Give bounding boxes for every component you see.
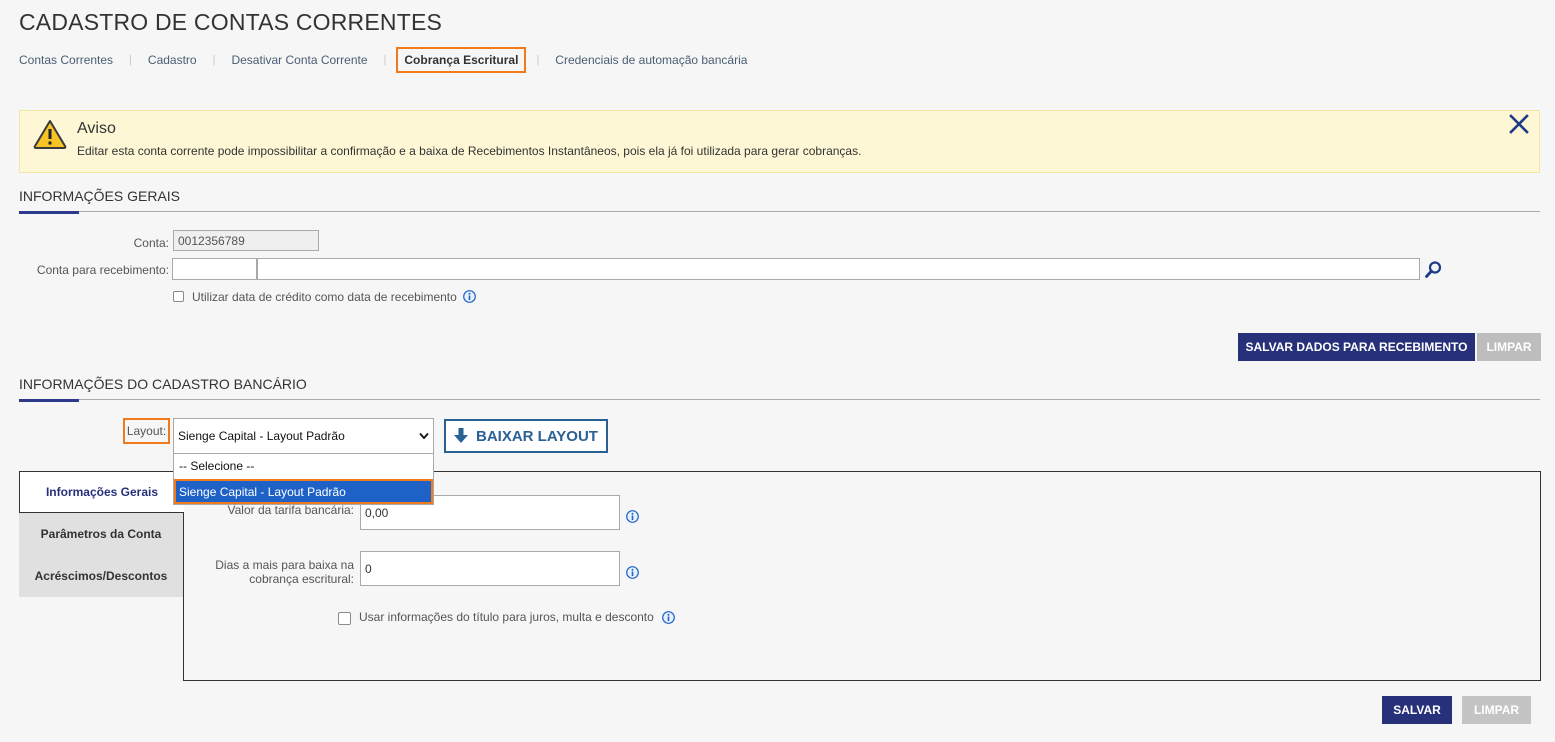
search-icon[interactable]	[1424, 260, 1443, 279]
conta-recebimento-name-field[interactable]	[257, 258, 1420, 280]
section-divider	[19, 211, 1540, 212]
page-title: CADASTRO DE CONTAS CORRENTES	[19, 9, 443, 35]
clear-button[interactable]: LIMPAR	[1462, 696, 1531, 724]
nav-separator: |	[212, 54, 216, 66]
close-icon[interactable]	[1508, 113, 1530, 135]
tab-acrescimos-descontos[interactable]: Acréscimos/Descontos	[19, 555, 183, 597]
section-divider	[19, 399, 1540, 400]
info-icon[interactable]	[662, 611, 675, 624]
tarifa-label: Valor da tarifa bancária:	[227, 503, 354, 517]
layout-dropdown-list: -- Selecione -- Sienge Capital - Layout …	[173, 453, 434, 505]
info-icon[interactable]	[626, 566, 639, 579]
conta-recebimento-label: Conta para recebimento:	[36, 263, 169, 277]
usar-info-titulo-checkbox[interactable]	[338, 612, 351, 625]
section-accent	[19, 211, 79, 214]
download-layout-label: BAIXAR LAYOUT	[476, 427, 598, 445]
alert-title: Aviso	[77, 120, 116, 137]
layout-option[interactable]: -- Selecione --	[174, 455, 433, 477]
info-icon[interactable]	[463, 290, 476, 303]
warning-alert: Aviso Editar esta conta corrente pode im…	[19, 110, 1540, 173]
clear-receipt-data-button[interactable]: LIMPAR	[1477, 333, 1541, 361]
chevron-down-icon	[419, 432, 429, 440]
nav-separator: |	[129, 54, 132, 66]
nav-item-cobranca-escritural[interactable]: Cobrança Escritural	[396, 47, 527, 73]
general-section-title: INFORMAÇÕES GERAIS	[19, 188, 181, 204]
layout-label: Layout:	[123, 418, 170, 444]
dias-field[interactable]	[360, 551, 620, 586]
layout-select[interactable]: Sienge Capital - Layout Padrão	[173, 418, 434, 454]
tab-informacoes-gerais[interactable]: Informações Gerais	[19, 471, 184, 513]
warning-icon	[33, 120, 67, 149]
alert-message: Editar esta conta corrente pode impossib…	[77, 144, 862, 158]
dias-label-line-1: Dias a mais para baixa na	[215, 558, 354, 572]
save-button[interactable]: SALVAR	[1382, 696, 1452, 724]
layout-select-value: Sienge Capital - Layout Padrão	[178, 429, 345, 443]
download-arrow-icon	[454, 428, 469, 443]
section-accent	[19, 399, 79, 402]
nav-separator: |	[383, 54, 387, 66]
save-receipt-data-button[interactable]: SALVAR DADOS PARA RECEBIMENTO	[1238, 333, 1475, 361]
nav-separator: |	[536, 54, 540, 66]
sub-navigation: Contas Correntes | Cadastro | Desativar …	[19, 47, 747, 73]
dias-label-line-2: cobrança escritural:	[249, 572, 354, 586]
conta-recebimento-code-field[interactable]	[172, 258, 257, 280]
nav-item-cadastro[interactable]: Cadastro	[148, 53, 197, 67]
download-layout-button[interactable]: BAIXAR LAYOUT	[444, 419, 608, 453]
use-credit-date-checkbox[interactable]	[173, 291, 184, 302]
info-icon[interactable]	[626, 510, 639, 523]
nav-item-credenciais[interactable]: Credenciais de automação bancária	[555, 53, 747, 67]
conta-label: Conta:	[133, 236, 169, 250]
conta-field	[173, 230, 319, 251]
layout-option-selected[interactable]: Sienge Capital - Layout Padrão	[174, 479, 433, 504]
nav-item-desativar-conta[interactable]: Desativar Conta Corrente	[231, 53, 367, 67]
bank-section-title: INFORMAÇÕES DO CADASTRO BANCÁRIO	[19, 376, 307, 392]
nav-item-contas-correntes[interactable]: Contas Correntes	[19, 53, 113, 67]
use-credit-date-label: Utilizar data de crédito como data de re…	[192, 290, 457, 304]
usar-info-titulo-label: Usar informações do título para juros, m…	[359, 610, 654, 624]
tab-parametros-conta[interactable]: Parâmetros da Conta	[19, 513, 183, 555]
